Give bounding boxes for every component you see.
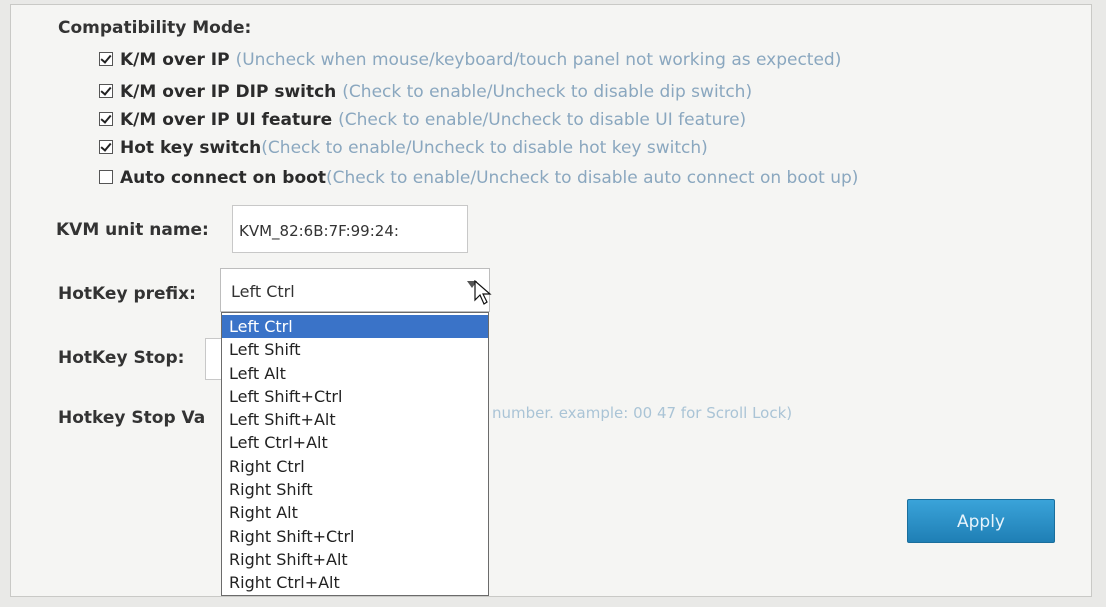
checkbox-ui-feature[interactable] — [99, 112, 113, 126]
option-label: Auto connect on boot — [120, 168, 326, 188]
checkbox-dip-switch[interactable] — [99, 84, 113, 98]
option-dip-switch[interactable]: K/M over IP DIP switch (Check to enable/U… — [99, 82, 752, 102]
mouse-cursor-icon — [474, 280, 492, 305]
option-label: K/M over IP DIP switch — [120, 82, 337, 102]
option-ui-feature[interactable]: K/M over IP UI feature (Check to enable/U… — [99, 110, 746, 130]
dropdown-option[interactable]: Left Shift+Alt — [222, 408, 488, 431]
option-label: K/M over IP UI feature — [120, 110, 333, 130]
checkbox-auto-connect[interactable] — [99, 170, 113, 184]
option-hint: (Check to enable/Uncheck to disable auto… — [325, 168, 859, 188]
dropdown-option[interactable]: Right Shift+Alt — [222, 548, 488, 571]
dropdown-option[interactable]: Left Shift — [222, 338, 488, 361]
option-auto-connect[interactable]: Auto connect on boot(Check to enable/Unc… — [99, 168, 858, 188]
hotkey-prefix-label: HotKey prefix: — [58, 284, 196, 304]
option-km-over-ip[interactable]: K/M over IP (Uncheck when mouse/keyboard/… — [99, 50, 841, 70]
hotkey-prefix-dropdown[interactable]: Left Ctrl Left Shift Left Alt Left Shift… — [221, 312, 489, 596]
dropdown-option[interactable]: Left Shift+Ctrl — [222, 385, 488, 408]
option-hint: (Check to enable/Uncheck to disable UI f… — [338, 110, 747, 130]
compatibility-title: Compatibility Mode: — [58, 18, 252, 38]
hotkey-prefix-selected: Left Ctrl — [231, 282, 295, 301]
hotkey-prefix-select[interactable]: Left Ctrl — [220, 268, 490, 312]
hotkey-stop-label: HotKey Stop: — [58, 348, 185, 368]
checkbox-hot-key-switch[interactable] — [99, 140, 113, 154]
option-hint: (Check to enable/Uncheck to disable dip … — [342, 82, 753, 102]
dropdown-option[interactable]: Right Ctrl — [222, 455, 488, 478]
dropdown-option[interactable]: Left Alt — [222, 362, 488, 385]
option-hot-key-switch[interactable]: Hot key switch(Check to enable/Uncheck t… — [99, 138, 708, 158]
option-hint: (Check to enable/Uncheck to disable hot … — [261, 138, 708, 158]
apply-button[interactable]: Apply — [907, 499, 1055, 543]
dropdown-option[interactable]: Right Shift — [222, 478, 488, 501]
option-hint: (Uncheck when mouse/keyboard/touch panel… — [235, 50, 842, 70]
dropdown-option[interactable]: Right Alt — [222, 501, 488, 524]
hotkey-stop-value-label: Hotkey Stop Va — [58, 408, 206, 428]
option-label: Hot key switch — [120, 138, 262, 158]
checkbox-km-over-ip[interactable] — [99, 52, 113, 66]
option-label: K/M over IP — [120, 50, 230, 70]
dropdown-option[interactable]: Right Ctrl+Alt — [222, 571, 488, 594]
kvm-unit-name-input[interactable]: KVM_82:6B:7F:99:24: — [232, 205, 468, 253]
dropdown-option[interactable]: Right Shift+Ctrl — [222, 525, 488, 548]
kvm-unit-name-label: KVM unit name: — [56, 220, 209, 240]
dropdown-option[interactable]: Left Ctrl+Alt — [222, 431, 488, 454]
dropdown-option[interactable]: Left Ctrl — [222, 315, 488, 339]
hotkey-stop-value-hint: number. example: 00 47 for Scroll Lock) — [492, 404, 793, 422]
